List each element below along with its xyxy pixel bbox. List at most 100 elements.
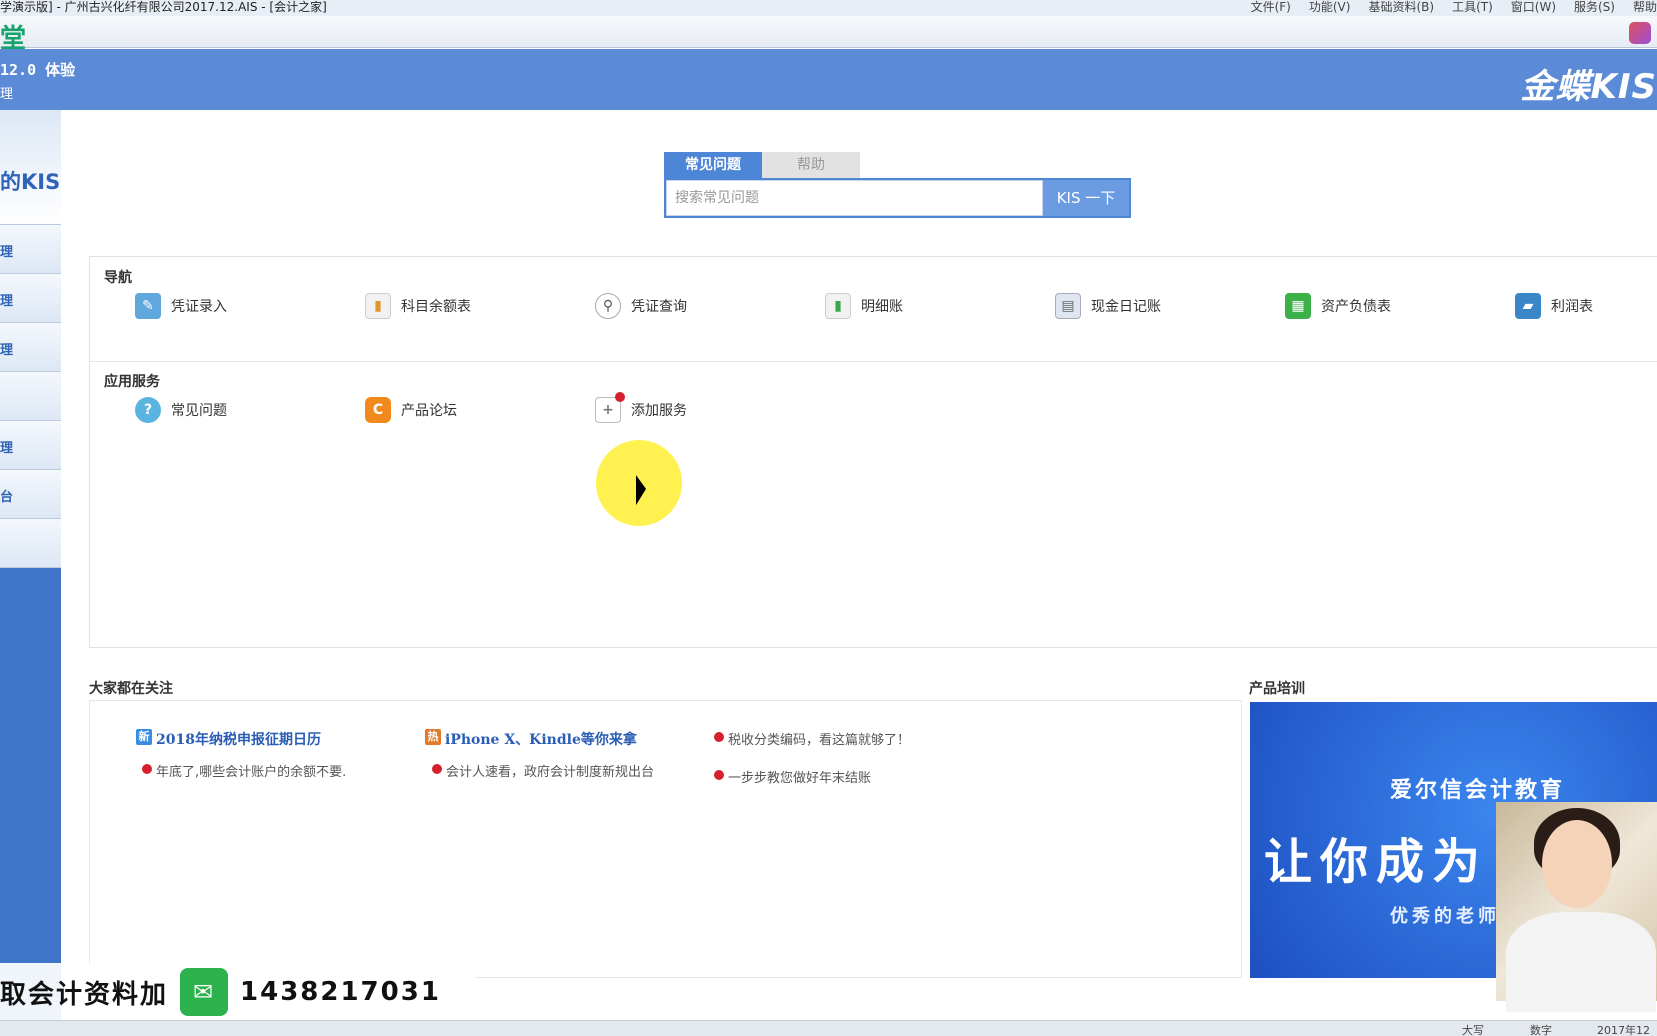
nav-label: 科目余额表 <box>401 299 471 315</box>
services-title: 应用服务 <box>104 374 160 390</box>
watermark-text: 取会计资料加 <box>0 979 169 1010</box>
window-title: 学演示版] - 广州古兴化纤有限公司2017.12.AIS - [会计之家] <box>0 0 327 14</box>
news-item[interactable]: 会计人速看，政府会计制度新规出台 <box>432 761 682 780</box>
title-bar: 学演示版] - 广州古兴化纤有限公司2017.12.AIS - [会计之家] 文… <box>0 0 1657 16</box>
menu-bar: 文件(F) 功能(V) 基础资料(B) 工具(T) 窗口(W) 服务(S) 帮助 <box>1251 0 1657 14</box>
sidebar: 的KIS 理 理 理 理 台 <box>0 110 61 1020</box>
focus-panel: 新 2018年纳税申报征期日历 热 iPhone X、Kindle等你来拿 税收… <box>89 700 1242 978</box>
tab-faq[interactable]: 常见问题 <box>664 152 762 178</box>
status-num: 数字 <box>1530 1024 1552 1036</box>
nav-label: 凭证查询 <box>631 299 687 315</box>
nav-label: 资产负债表 <box>1321 299 1391 315</box>
status-bar: 大写 数字 2017年12月 <box>0 1020 1657 1036</box>
nav-account-balance[interactable]: ▮ 科目余额表 <box>365 293 595 319</box>
news-text: 一步步教您做好年末结账 <box>728 771 872 786</box>
faq-icon: ? <box>135 397 161 423</box>
menu-file[interactable]: 文件(F) <box>1251 0 1291 14</box>
service-faq[interactable]: ? 常见问题 <box>135 397 365 423</box>
bullet-dot-icon <box>432 764 442 774</box>
search-input[interactable]: 搜索常见问题 <box>666 180 1043 216</box>
news-text: iPhone X、Kindle等你来拿 <box>445 732 637 748</box>
watermark-phone: 1438217031 <box>240 977 441 1007</box>
service-add[interactable]: + 添加服务 <box>595 392 825 423</box>
section-divider <box>90 361 1657 362</box>
nav-detail-ledger[interactable]: ▮ 明细账 <box>825 293 1055 319</box>
banner-line-1: 爱尔信会计教育 <box>1390 778 1566 803</box>
menu-basic-data[interactable]: 基础资料(B) <box>1368 0 1434 14</box>
search-button[interactable]: KIS 一下 <box>1043 180 1129 216</box>
status-caps: 大写 <box>1462 1024 1484 1036</box>
mouse-pointer-icon <box>636 475 646 511</box>
add-service-icon: + <box>595 392 625 423</box>
main-content: 常见问题 帮助 搜索常见问题 KIS 一下 导航 ✎ 凭证录入 ▮ 科目余额表 … <box>61 110 1657 1020</box>
navigation-items: ✎ 凭证录入 ▮ 科目余额表 ⚲ 凭证查询 ▮ 明细账 ▤ 现金日记账 ▦ 资产… <box>135 293 1657 319</box>
search-box: 常见问题 帮助 搜索常见问题 KIS 一下 <box>664 152 1131 220</box>
profit-stack-icon: ▰ <box>1515 293 1541 319</box>
sidebar-item[interactable] <box>0 519 61 568</box>
nav-label: 利润表 <box>1551 299 1593 315</box>
news-item[interactable]: 年底了,哪些会计账户的余额不要. <box>142 761 392 780</box>
status-date: 2017年12月 <box>1597 1024 1650 1036</box>
news-item[interactable]: 热 iPhone X、Kindle等你来拿 <box>425 729 685 749</box>
wechat-icon: ✉ <box>180 968 229 1016</box>
presenter-face <box>1542 820 1612 908</box>
version-label: 12.0 体验 <box>0 61 76 79</box>
navigation-panel: 导航 ✎ 凭证录入 ▮ 科目余额表 ⚲ 凭证查询 ▮ 明细账 ▤ 现金日记账 ▦… <box>89 256 1657 648</box>
menu-service[interactable]: 服务(S) <box>1574 0 1615 14</box>
search-tabs: 常见问题 帮助 <box>664 152 1131 178</box>
nav-label: 凭证录入 <box>171 299 227 315</box>
sidebar-item[interactable]: 理 <box>0 225 61 274</box>
news-text: 年底了,哪些会计账户的余额不要. <box>156 765 347 780</box>
nav-balance-sheet[interactable]: ▦ 资产负债表 <box>1285 293 1515 319</box>
voucher-entry-icon: ✎ <box>135 293 161 319</box>
balance-chart-icon: ▮ <box>365 293 391 319</box>
sidebar-item[interactable]: 理 <box>0 274 61 323</box>
cash-journal-icon: ▤ <box>1055 293 1081 319</box>
ledger-chart-icon: ▮ <box>825 293 851 319</box>
toolbar: 堂 <box>0 16 1657 54</box>
nav-cash-journal[interactable]: ▤ 现金日记账 <box>1055 293 1285 319</box>
navigation-title: 导航 <box>104 270 132 286</box>
header: 12.0 体验 理 金蝶KIS <box>0 49 1657 110</box>
tab-help[interactable]: 帮助 <box>762 152 860 178</box>
header-subtitle: 理 <box>0 87 14 102</box>
app-icon[interactable] <box>1629 22 1651 44</box>
news-item[interactable]: 税收分类编码，看这篇就够了！ <box>714 729 974 748</box>
service-label: 常见问题 <box>171 403 227 419</box>
menu-function[interactable]: 功能(V) <box>1309 0 1351 14</box>
new-badge-icon: 新 <box>136 729 152 745</box>
menu-tools[interactable]: 工具(T) <box>1452 0 1493 14</box>
banner-line-2: 让你成为 <box>1264 834 1489 890</box>
nav-voucher-query[interactable]: ⚲ 凭证查询 <box>595 293 825 319</box>
search-row: 搜索常见问题 KIS 一下 <box>664 178 1131 218</box>
presenter-video <box>1496 802 1657 1012</box>
balance-sheet-icon: ▦ <box>1285 293 1311 319</box>
sidebar-item[interactable] <box>0 372 61 421</box>
news-item[interactable]: 新 2018年纳税申报征期日历 <box>136 729 386 749</box>
focus-title: 大家都在关注 <box>89 681 173 697</box>
nav-income-statement[interactable]: ▰ 利润表 <box>1515 293 1657 319</box>
nav-label: 明细账 <box>861 299 903 315</box>
news-text: 2018年纳税申报征期日历 <box>156 732 321 748</box>
service-label: 添加服务 <box>631 403 687 419</box>
service-label: 产品论坛 <box>401 403 457 419</box>
bullet-dot-icon <box>714 770 724 780</box>
presenter-body <box>1506 912 1656 1012</box>
news-item[interactable]: 一步步教您做好年末结账 <box>714 767 964 786</box>
training-title: 产品培训 <box>1249 681 1305 697</box>
bullet-dot-icon <box>142 764 152 774</box>
magnifier-icon: ⚲ <box>595 293 621 319</box>
forum-icon: C <box>365 397 391 423</box>
bullet-dot-icon <box>714 732 724 742</box>
services-items: ? 常见问题 C 产品论坛 + 添加服务 <box>135 392 825 423</box>
sidebar-item[interactable]: 台 <box>0 470 61 519</box>
sidebar-brand: 的KIS <box>0 170 61 194</box>
sidebar-item[interactable]: 理 <box>0 421 61 470</box>
brand-logo: 金蝶KIS <box>1520 67 1657 107</box>
news-text: 会计人速看，政府会计制度新规出台 <box>446 765 655 780</box>
menu-help[interactable]: 帮助 <box>1633 0 1657 14</box>
nav-voucher-entry[interactable]: ✎ 凭证录入 <box>135 293 365 319</box>
service-forum[interactable]: C 产品论坛 <box>365 397 595 423</box>
sidebar-item[interactable]: 理 <box>0 323 61 372</box>
menu-window[interactable]: 窗口(W) <box>1511 0 1556 14</box>
